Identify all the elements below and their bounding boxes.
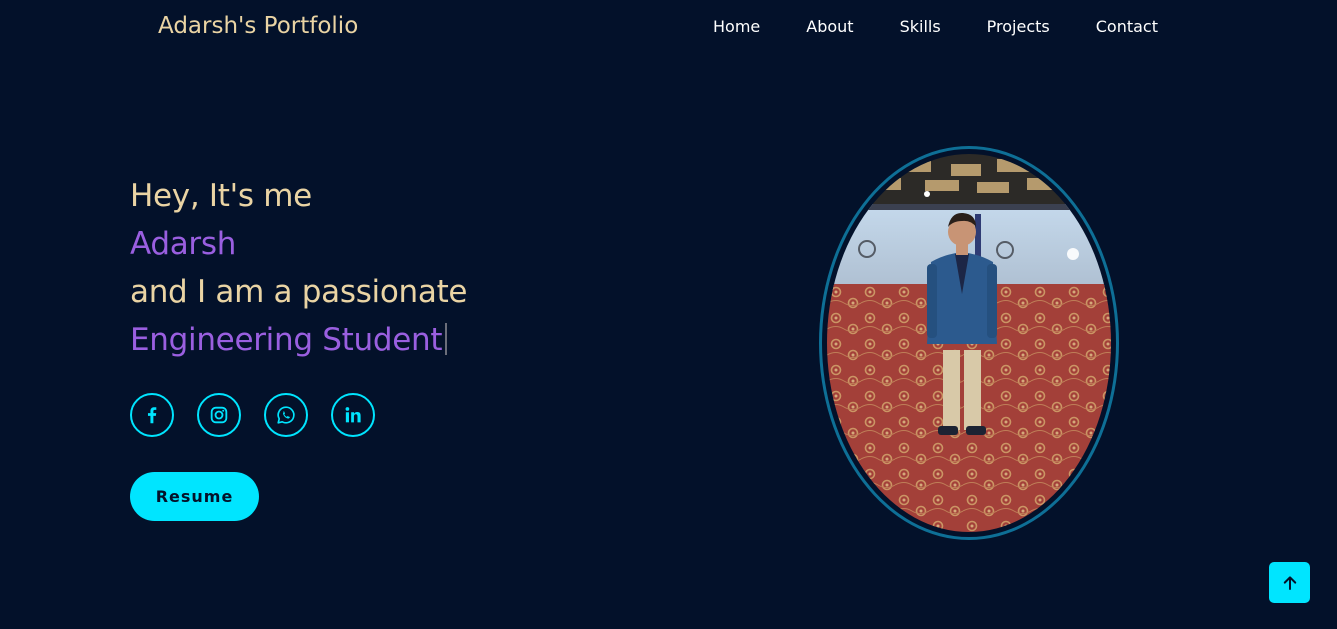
resume-button[interactable]: Resume [130,472,259,521]
hero-role-line: Engineering Student [130,316,467,364]
profile-photo [827,154,1111,532]
nav-link-skills[interactable]: Skills [900,17,941,36]
arrow-up-icon [1283,575,1296,590]
brand-logo[interactable]: Adarsh's Portfolio [158,13,358,39]
hero-intro: and I am a passionate [130,274,468,310]
linkedin-icon [345,407,361,423]
nav-links: Home About Skills Projects Contact [713,17,1158,36]
scroll-to-top-button[interactable] [1269,562,1310,603]
typing-cursor [445,323,448,355]
linkedin-link[interactable] [331,393,375,437]
nav-link-contact[interactable]: Contact [1096,17,1158,36]
facebook-icon [147,407,157,424]
hero-role: Engineering Student [130,322,443,358]
nav-link-about[interactable]: About [806,17,853,36]
facebook-link[interactable] [130,393,174,437]
hero-text: Hey, It's me Adarsh and I am a passionat… [130,172,468,364]
whatsapp-link[interactable] [264,393,308,437]
profile-photo-illustration [827,154,1111,532]
hero-name: Adarsh [130,226,237,262]
hero-greeting: Hey, It's me [130,178,312,214]
whatsapp-icon [277,406,295,424]
instagram-link[interactable] [197,393,241,437]
nav-link-home[interactable]: Home [713,17,760,36]
navbar: Adarsh's Portfolio Home About Skills Pro… [0,0,1337,56]
social-links [130,393,375,437]
profile-photo-frame [819,146,1119,540]
nav-link-projects[interactable]: Projects [987,17,1050,36]
instagram-icon [210,406,228,424]
